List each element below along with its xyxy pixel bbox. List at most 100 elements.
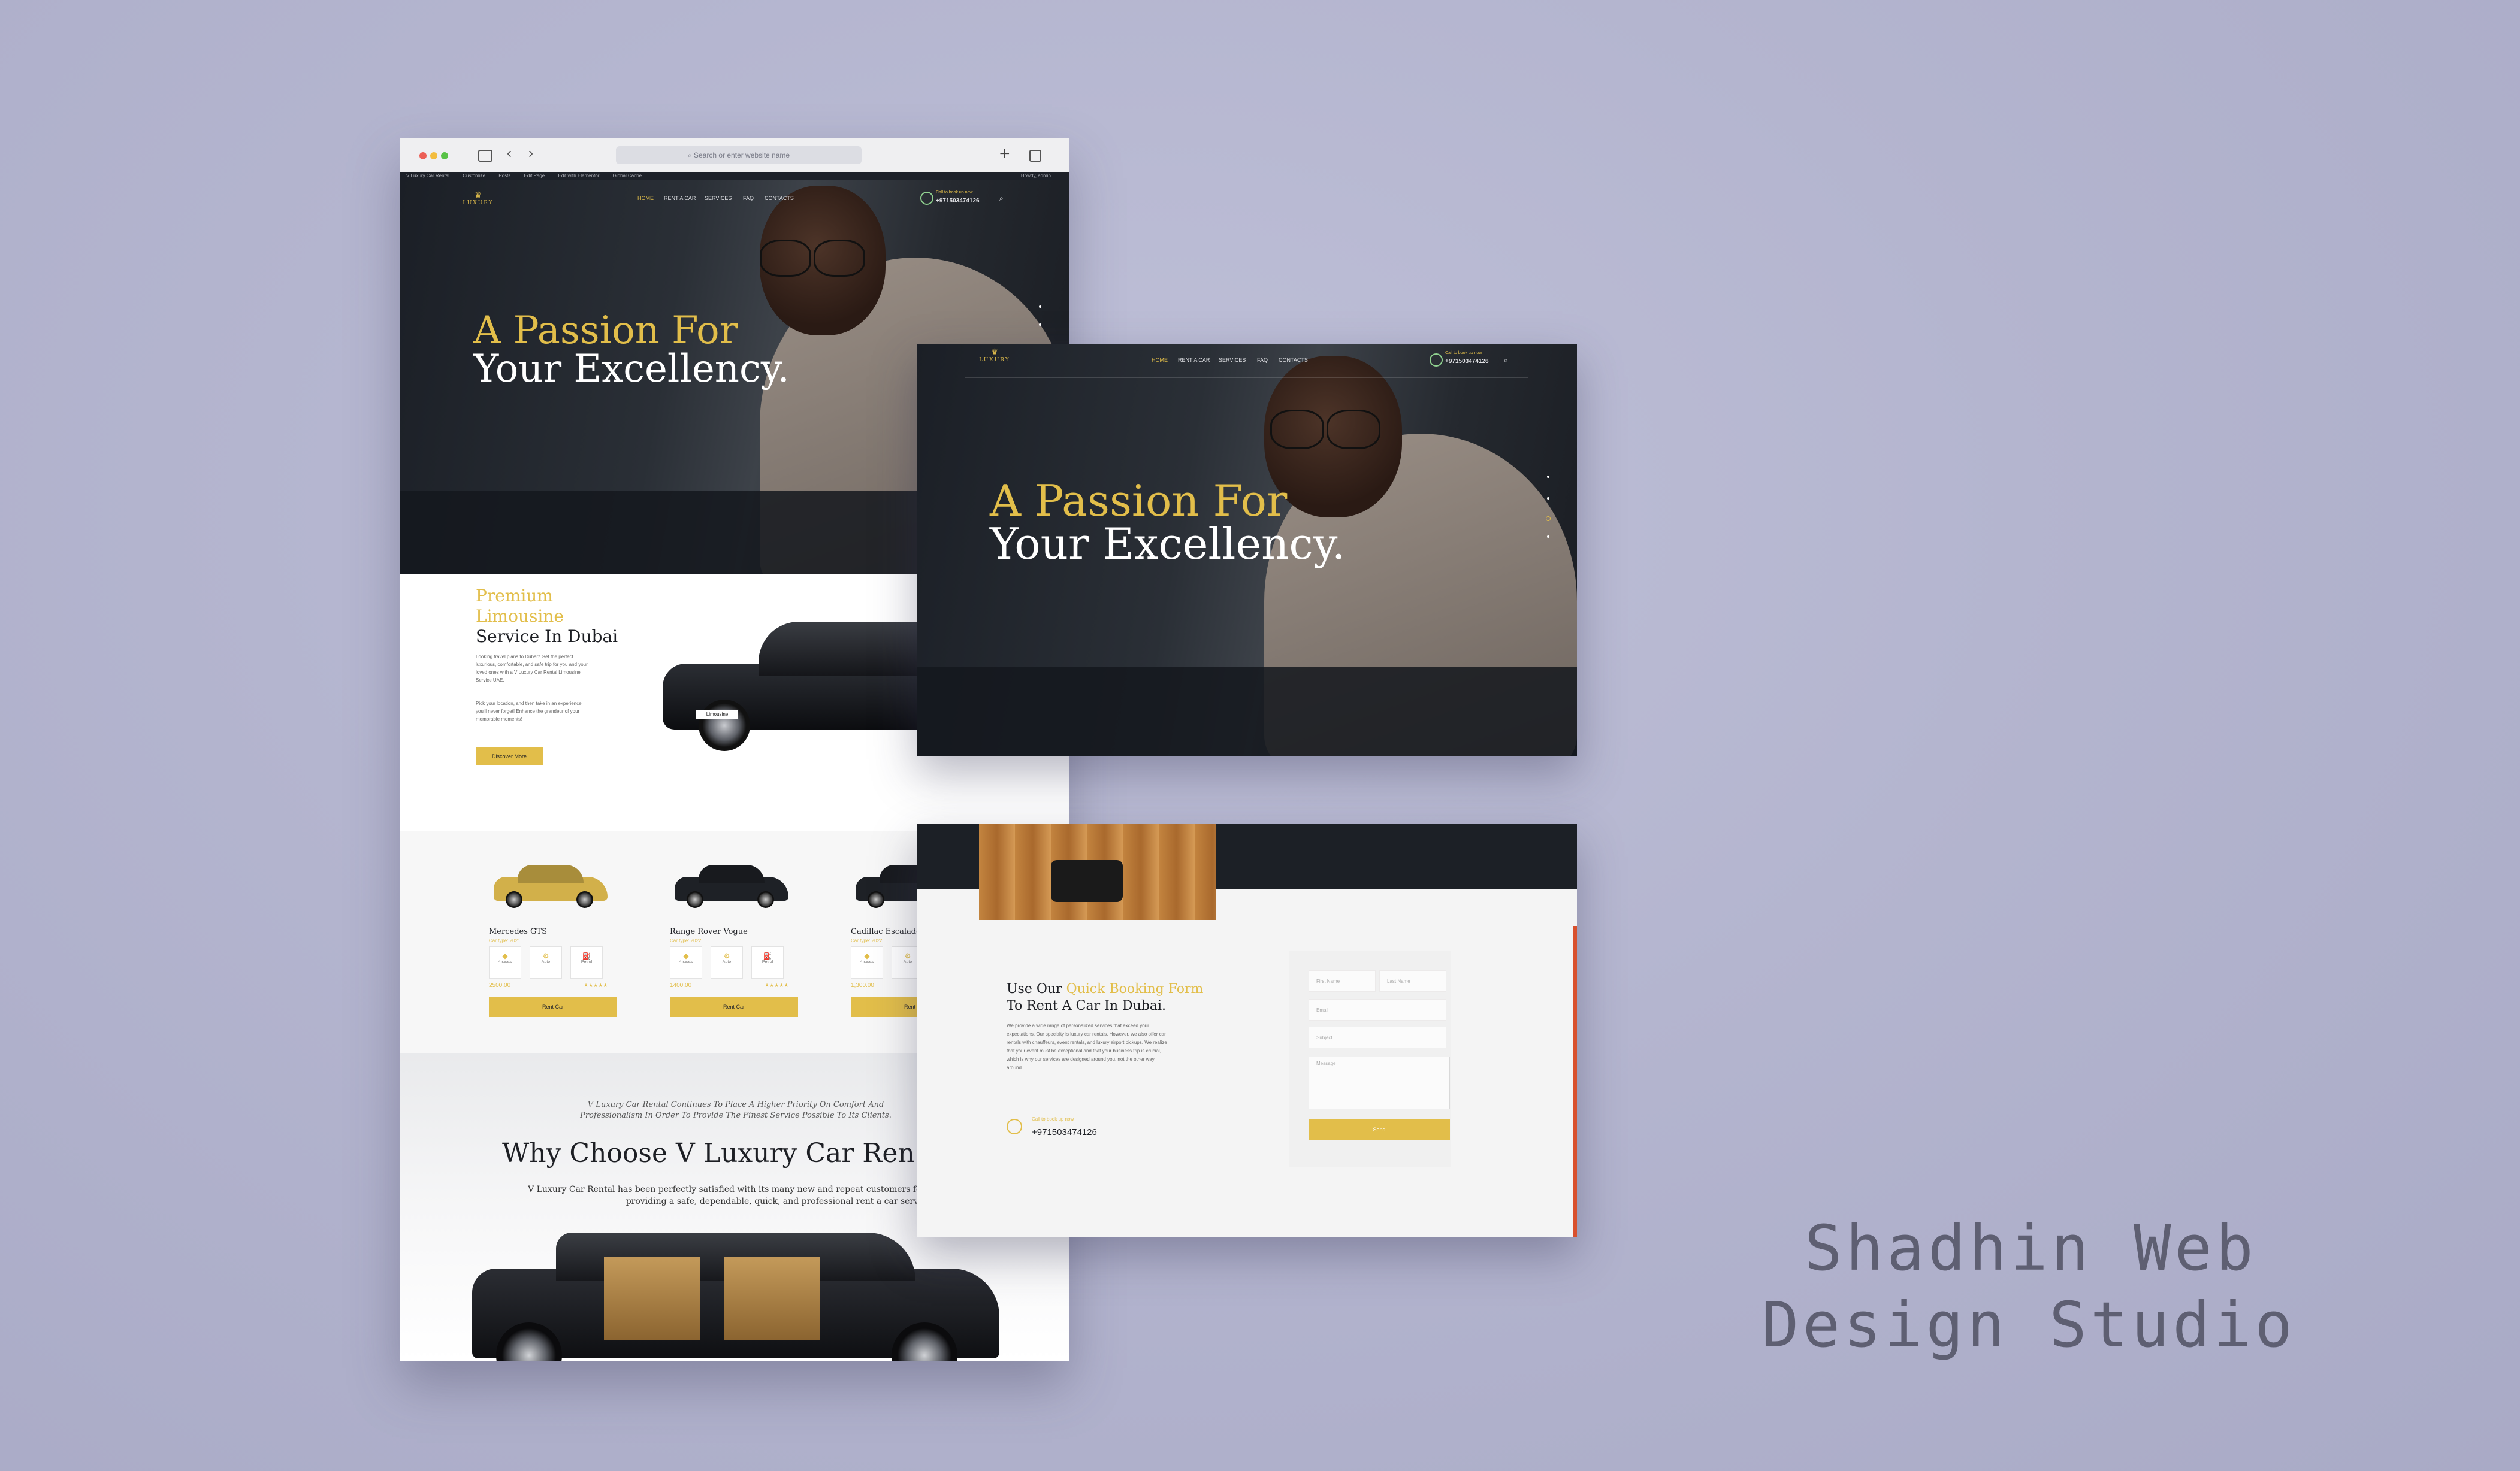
browser-toolbar: ‹ › ⌕ Search or enter website name + bbox=[400, 138, 1069, 173]
premium-title-gold2: Limousine bbox=[476, 606, 564, 626]
car-price: 2500.00 bbox=[489, 982, 511, 989]
hero-title-line1: A Passion For bbox=[990, 476, 1288, 526]
nav-phone[interactable]: +971503474126 bbox=[1445, 358, 1489, 365]
slider-dot[interactable] bbox=[1547, 535, 1549, 538]
seat-icon: ◆ bbox=[683, 952, 689, 960]
booking-title-line1: Use Our Quick Booking Form bbox=[1007, 981, 1203, 998]
booking-call-label: Call to book up now bbox=[1032, 1116, 1074, 1122]
car-subtitle: Car type: 2022 bbox=[851, 938, 883, 943]
nav-contacts[interactable]: CONTACTS bbox=[1279, 357, 1308, 363]
booking-phone[interactable]: +971503474126 bbox=[1032, 1127, 1097, 1137]
search-icon[interactable]: ⌕ bbox=[999, 194, 1004, 203]
nav-home[interactable]: HOME bbox=[1152, 357, 1168, 363]
glasses-icon bbox=[760, 240, 811, 277]
first-name-field[interactable]: First Name bbox=[1309, 970, 1376, 992]
site-logo[interactable]: ♛ LUXURY bbox=[977, 347, 1013, 363]
rent-car-button[interactable]: Rent Car bbox=[489, 997, 617, 1017]
car-card: Range Rover Vogue Car type: 2022 ◆ 4 seat… bbox=[658, 831, 814, 1053]
rent-car-button[interactable]: Rent Car bbox=[670, 997, 798, 1017]
studio-line2: Design Studio bbox=[1761, 1288, 2296, 1361]
hero-title-line1: A Passion For bbox=[473, 308, 738, 353]
nav-faq[interactable]: FAQ bbox=[743, 195, 754, 201]
hero-preview-card: ♛ LUXURY HOME RENT A CAR SERVICES FAQ CO… bbox=[917, 344, 1577, 756]
car-price: 1,300.00 bbox=[851, 982, 874, 989]
search-icon[interactable]: ⌕ bbox=[1504, 356, 1508, 365]
tabs-overview-icon[interactable] bbox=[1029, 150, 1041, 162]
back-icon[interactable]: ‹ bbox=[507, 145, 512, 162]
seat-icon: ◆ bbox=[502, 952, 508, 960]
logo-text: LUXURY bbox=[463, 200, 494, 206]
admin-bar-item[interactable]: Global Cache bbox=[613, 173, 642, 178]
minimize-window-dot[interactable] bbox=[430, 152, 437, 159]
spec-fuel: ⛽Petrol bbox=[570, 946, 603, 979]
message-field[interactable]: Message bbox=[1309, 1057, 1450, 1109]
leather-seat-image bbox=[979, 824, 1216, 920]
address-bar[interactable]: ⌕ Search or enter website name bbox=[616, 146, 862, 164]
spec-label: Auto bbox=[722, 960, 732, 964]
spec-label: 4 seats bbox=[679, 960, 693, 964]
address-placeholder: Search or enter website name bbox=[693, 151, 790, 159]
booking-preview-card: Use Our Quick Booking Form To Rent A Car… bbox=[917, 824, 1577, 1237]
glasses-icon bbox=[814, 240, 865, 277]
last-name-field[interactable]: Last Name bbox=[1379, 970, 1446, 992]
sidebar-icon[interactable] bbox=[478, 150, 492, 162]
wp-admin-bar: V Luxury Car Rental Customize Posts Edit… bbox=[400, 172, 1069, 180]
hero-title-line2: Your Excellency. bbox=[473, 347, 790, 391]
nav-services[interactable]: SERVICES bbox=[1219, 357, 1246, 363]
hero-bottom-shade bbox=[917, 667, 1577, 756]
admin-bar-item[interactable]: Posts bbox=[498, 173, 510, 178]
car-card: Mercedes GTS Car type: 2021 ◆ 4 seats ⚙ Au… bbox=[477, 831, 633, 1053]
spec-label: Auto bbox=[541, 960, 551, 964]
close-window-dot[interactable] bbox=[419, 152, 427, 159]
admin-bar-user[interactable]: Howdy, admin bbox=[1021, 172, 1051, 180]
nav-rent-a-car[interactable]: RENT A CAR bbox=[1178, 357, 1210, 363]
admin-bar-item[interactable]: V Luxury Car Rental bbox=[406, 173, 449, 178]
spec-fuel: ⛽Petrol bbox=[751, 946, 784, 979]
slider-dot-active[interactable] bbox=[1546, 516, 1551, 521]
spec-transmission: ⚙ Auto bbox=[530, 946, 562, 979]
car-subtitle: Car type: 2021 bbox=[489, 938, 521, 943]
rolls-royce-image bbox=[472, 1233, 999, 1361]
studio-line1: Shadhin Web bbox=[1805, 1212, 2257, 1285]
send-button[interactable]: Send bbox=[1309, 1119, 1450, 1140]
logo-text: LUXURY bbox=[979, 357, 1010, 363]
car-card-image bbox=[494, 859, 608, 908]
admin-bar-item[interactable]: Edit Page bbox=[524, 173, 545, 178]
booking-title-prefix: Use Our bbox=[1007, 982, 1066, 997]
slider-dot[interactable] bbox=[1547, 476, 1549, 478]
discover-more-button[interactable]: Discover More bbox=[476, 747, 543, 765]
admin-bar-item[interactable]: Edit with Elementor bbox=[558, 173, 599, 178]
car-name: Cadillac Escalade bbox=[851, 927, 921, 936]
spec-label: 4 seats bbox=[498, 960, 512, 964]
new-tab-icon[interactable]: + bbox=[999, 144, 1010, 164]
email-field[interactable]: Email bbox=[1309, 999, 1446, 1021]
crown-icon: ♛ bbox=[474, 190, 482, 200]
nav-phone[interactable]: +971503474126 bbox=[936, 198, 980, 204]
slider-dot[interactable] bbox=[1039, 323, 1041, 326]
maximize-window-dot[interactable] bbox=[441, 152, 448, 159]
rating-stars: ★★★★★ bbox=[765, 982, 789, 988]
premium-title-gold1: Premium bbox=[476, 586, 553, 606]
slider-dot[interactable] bbox=[1547, 497, 1549, 500]
spec-label: 4 seats bbox=[860, 960, 874, 964]
slider-dot[interactable] bbox=[1039, 305, 1041, 308]
nav-home[interactable]: HOME bbox=[637, 195, 654, 201]
forward-icon[interactable]: › bbox=[528, 145, 533, 162]
fuel-icon: ⛽ bbox=[582, 952, 591, 960]
booking-form: First Name Last Name Email Subject Messa… bbox=[1289, 951, 1451, 1167]
spec-seats: ◆ 4 seats bbox=[489, 946, 521, 979]
glasses-icon bbox=[1327, 410, 1380, 449]
call-label: Call to book up now bbox=[1445, 351, 1482, 355]
admin-bar-item[interactable]: Customize bbox=[463, 173, 485, 178]
nav-faq[interactable]: FAQ bbox=[1257, 357, 1268, 363]
nav-rent-a-car[interactable]: RENT A CAR bbox=[664, 195, 696, 201]
glasses-icon bbox=[1270, 410, 1324, 449]
nav-services[interactable]: SERVICES bbox=[705, 195, 732, 201]
crown-icon: ♛ bbox=[990, 347, 999, 357]
car-price: 1400.00 bbox=[670, 982, 692, 989]
nav-contacts[interactable]: CONTACTS bbox=[765, 195, 794, 201]
subject-field[interactable]: Subject bbox=[1309, 1027, 1446, 1048]
rating-stars: ★★★★★ bbox=[584, 982, 608, 988]
spec-seats: ◆ 4 seats bbox=[851, 946, 883, 979]
site-logo[interactable]: ♛ LUXURY bbox=[460, 190, 496, 206]
